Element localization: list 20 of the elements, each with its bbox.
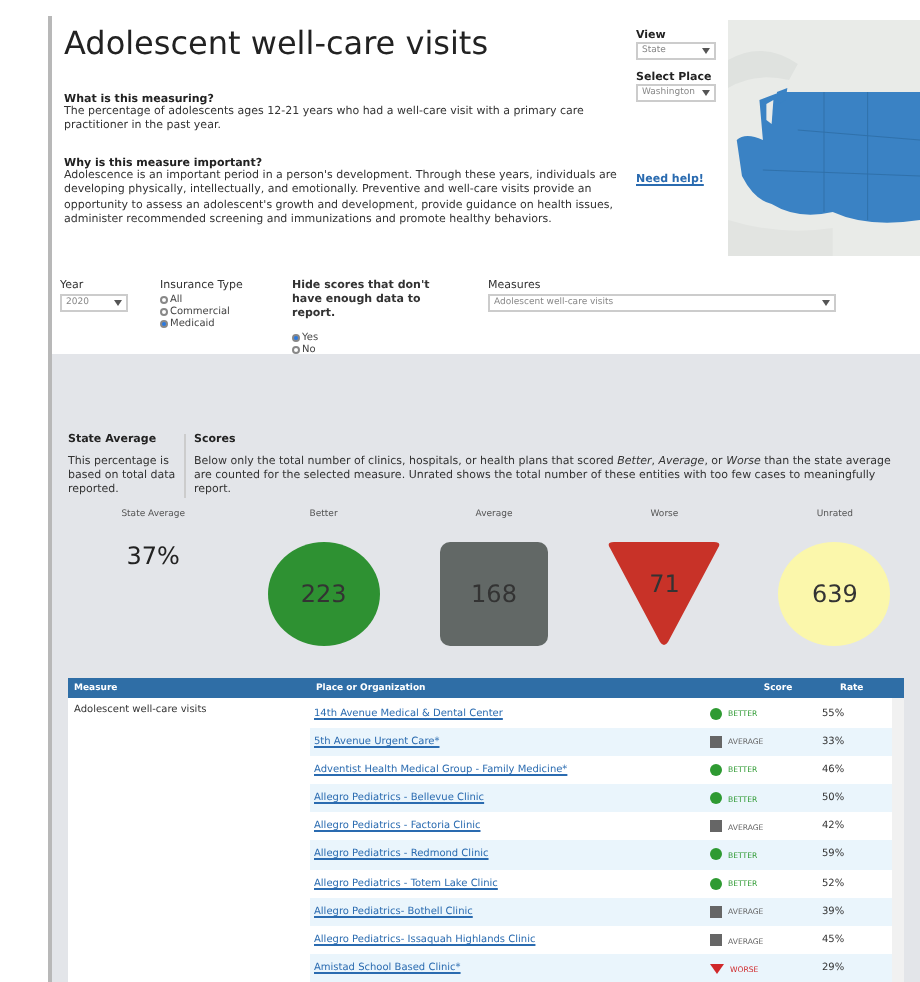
state-average-value: 37%: [126, 542, 180, 571]
square-icon: [710, 905, 722, 918]
caret-icon: [702, 48, 710, 54]
circle-icon: [710, 763, 722, 776]
score-triangle: 71: [606, 542, 723, 647]
circle-icon: [710, 848, 722, 861]
caret-icon: [702, 90, 710, 96]
square-icon: [710, 934, 722, 947]
caret-icon: [114, 300, 122, 307]
triangle-icon: [710, 963, 724, 974]
caret-icon: [822, 300, 830, 307]
square-icon: [710, 820, 722, 833]
score-circle: 639: [778, 542, 891, 647]
scrollbar[interactable]: [892, 698, 904, 982]
circle-icon: [710, 707, 722, 720]
circle-icon: [710, 877, 722, 890]
square-icon: [710, 735, 722, 748]
score-circle: 223: [267, 542, 380, 647]
page-title: Adolescent well-care visits: [64, 24, 491, 62]
circle-icon: [710, 792, 722, 805]
